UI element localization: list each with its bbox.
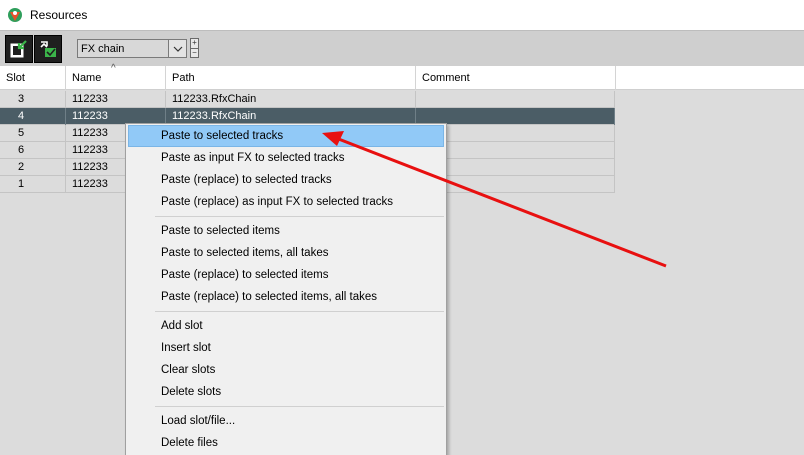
menu-item-paste-replace-input-fx-to-selected-tracks[interactable]: Paste (replace) as input FX to selected … bbox=[128, 191, 444, 213]
spin-plus[interactable]: + bbox=[191, 39, 198, 48]
menu-separator bbox=[155, 403, 444, 410]
slot-cell: 5 bbox=[0, 125, 66, 142]
menu-item-delete-slots[interactable]: Delete slots bbox=[128, 381, 444, 403]
table-row[interactable]: 3 112233 112233.RfxChain bbox=[0, 91, 615, 108]
comment-cell bbox=[416, 91, 615, 108]
menu-item-insert-slot[interactable]: Insert slot bbox=[128, 337, 444, 359]
path-cell: 112233.RfxChain bbox=[166, 91, 416, 108]
column-header-slot[interactable]: Slot bbox=[0, 66, 66, 90]
slot-cell: 2 bbox=[0, 159, 66, 176]
window-title: Resources bbox=[30, 8, 88, 22]
import-slot-icon bbox=[10, 40, 27, 58]
slot-cell: 1 bbox=[0, 176, 66, 193]
auto-fill-slot-button[interactable] bbox=[34, 35, 62, 63]
toolbar: FX chain + − bbox=[0, 30, 804, 66]
menu-item-add-slot[interactable]: Add slot bbox=[128, 315, 444, 337]
resource-type-select[interactable]: FX chain bbox=[77, 39, 187, 58]
slot-cell: 6 bbox=[0, 142, 66, 159]
name-cell: 112233 bbox=[66, 91, 166, 108]
resource-type-value: FX chain bbox=[81, 42, 125, 55]
menu-item-paste-to-selected-items[interactable]: Paste to selected items bbox=[128, 220, 444, 242]
import-slot-button[interactable] bbox=[5, 35, 33, 63]
menu-separator bbox=[155, 213, 444, 220]
column-header-comment[interactable]: Comment bbox=[416, 66, 616, 90]
menu-item-clear-slots[interactable]: Clear slots bbox=[128, 359, 444, 381]
menu-separator bbox=[155, 308, 444, 315]
chevron-down-icon[interactable] bbox=[168, 40, 186, 57]
spin-control[interactable]: + − bbox=[190, 38, 199, 58]
sort-ascending-icon: ^ bbox=[111, 63, 116, 74]
slot-cell: 4 bbox=[0, 108, 66, 125]
menu-item-paste-to-selected-tracks[interactable]: Paste to selected tracks bbox=[128, 125, 444, 147]
context-menu: Paste to selected tracks Paste as input … bbox=[125, 123, 447, 455]
menu-item-load-slot-file[interactable]: Load slot/file... bbox=[128, 410, 444, 432]
menu-item-paste-to-selected-items-all-takes[interactable]: Paste to selected items, all takes bbox=[128, 242, 444, 264]
spin-minus[interactable]: − bbox=[191, 47, 198, 58]
table-header: Slot Name ^ Path Comment bbox=[0, 63, 804, 90]
menu-item-paste-replace-to-selected-items[interactable]: Paste (replace) to selected items bbox=[128, 264, 444, 286]
column-header-name[interactable]: Name bbox=[66, 66, 166, 90]
reaper-logo-icon bbox=[8, 8, 22, 22]
menu-item-delete-files[interactable]: Delete files bbox=[128, 432, 444, 454]
slot-cell: 3 bbox=[0, 91, 66, 108]
menu-item-paste-input-fx-to-selected-tracks[interactable]: Paste as input FX to selected tracks bbox=[128, 147, 444, 169]
column-header-path[interactable]: Path bbox=[166, 66, 416, 90]
title-bar: Resources bbox=[0, 0, 804, 30]
auto-fill-slot-icon bbox=[40, 41, 56, 57]
menu-item-paste-replace-to-selected-tracks[interactable]: Paste (replace) to selected tracks bbox=[128, 169, 444, 191]
menu-item-paste-replace-to-selected-items-all-takes[interactable]: Paste (replace) to selected items, all t… bbox=[128, 286, 444, 308]
